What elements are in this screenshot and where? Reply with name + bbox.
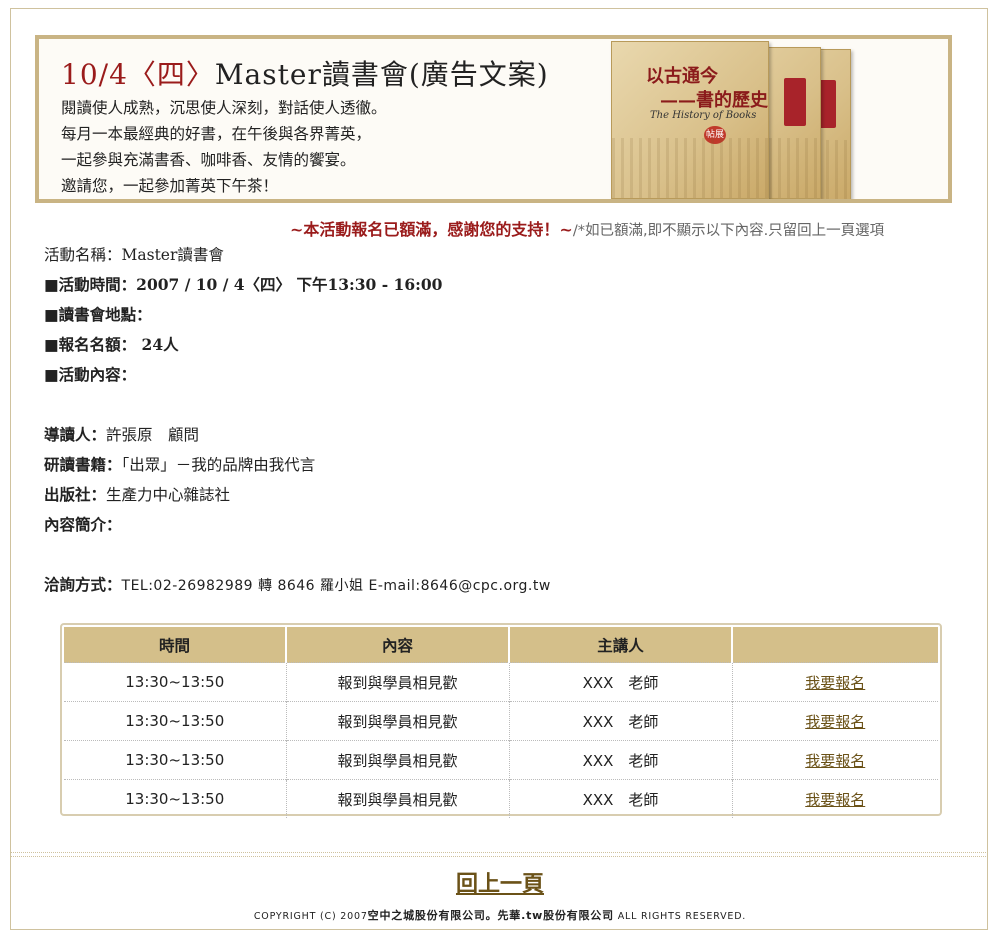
cell-time: 13:30~13:50 — [64, 701, 287, 741]
book-cover-subtitle: The History of Books — [650, 110, 757, 121]
cell-time: 13:30~13:50 — [64, 740, 287, 780]
time-row: ■活動時間：2007 / 10 / 4〈四〉 下午13:30 - 16:00 — [44, 270, 551, 300]
contact-label: 洽詢方式： — [44, 575, 122, 594]
activity-name-label: 活動名稱： — [44, 246, 122, 264]
book-cover-front: 以古通今 ——書的歷史 The History of Books 帖展 — [611, 41, 769, 199]
register-link[interactable]: 我要報名 — [805, 674, 865, 692]
cell-time: 13:30~13:50 — [64, 662, 287, 702]
banner-title-date: 10/4〈四〉 — [61, 58, 215, 91]
header-time: 時間 — [64, 627, 287, 663]
banner-line: 一起參與充滿書香、咖啡香、友情的饗宴。 — [61, 151, 356, 169]
time-label: ■活動時間： — [44, 275, 137, 294]
header-action — [732, 627, 938, 663]
back-link[interactable]: 回上一頁 — [456, 871, 544, 897]
banner-title: 10/4〈四〉Master讀書會(廣告文案) — [61, 53, 549, 93]
activity-name-row: 活動名稱：Master讀書會 — [44, 240, 551, 270]
header-speaker: 主講人 — [509, 627, 733, 663]
book-value: 「出眾」－我的品牌由我代言 — [121, 456, 316, 474]
table-row: 13:30~13:50 報到與學員相見歡 XXX 老師 我要報名 — [64, 662, 938, 702]
copyright-prefix: COPYRIGHT (C) 2007 — [253, 911, 368, 922]
banner-line: 邀請您，一起參加菁英下午茶！ — [61, 177, 279, 195]
book-label: 研讀書籍： — [44, 455, 122, 474]
guide-value: 許張原 顧問 — [106, 426, 200, 444]
guide-label: 導讀人： — [44, 425, 107, 444]
company-2: 先華.tw股份有限公司 — [497, 909, 614, 922]
registration-full-notice: ~本活動報名已額滿，感謝您的支持！~/*如已額滿,即不顯示以下內容.只留回上一頁… — [290, 216, 884, 240]
register-link[interactable]: 我要報名 — [805, 752, 865, 770]
quota-row: ■報名名額： 24人 — [44, 330, 551, 360]
cell-action: 我要報名 — [732, 662, 938, 702]
banner-line: 閱讀使人成熟，沉思使人深刻，對話使人透徹。 — [61, 99, 387, 117]
table-header-row: 時間 內容 主講人 — [64, 627, 938, 663]
cell-action: 我要報名 — [732, 740, 938, 780]
book-spine-mark — [784, 78, 806, 126]
activity-name-value: Master讀書會 — [121, 246, 224, 264]
cell-speaker: XXX 老師 — [509, 740, 733, 780]
book-texture — [612, 138, 768, 198]
quota-label: ■報名名額： — [44, 335, 137, 354]
back-link-wrap: 回上一頁 — [0, 866, 1000, 898]
book-cover-title-2: ——書的歷史 — [660, 90, 768, 111]
schedule-table: 時間 內容 主講人 13:30~13:50 報到與學員相見歡 XXX 老師 我要… — [60, 623, 942, 818]
cell-content: 報到與學員相見歡 — [286, 662, 510, 702]
time-value: 2007 / 10 / 4〈四〉 下午13:30 - 16:00 — [136, 275, 443, 294]
book-cover-title: 以古通今 — [646, 66, 718, 87]
summary-label: 內容簡介： — [44, 515, 122, 534]
book-cover-image: 以古通今 ——書的歷史 The History of Books 帖展 — [611, 41, 851, 199]
full-message: ~本活動報名已額滿，感謝您的支持！~ — [290, 220, 573, 239]
publisher-value: 生產力中心雜誌社 — [106, 486, 231, 504]
cell-speaker: XXX 老師 — [509, 662, 733, 702]
cell-action: 我要報名 — [732, 779, 938, 818]
content-label: ■活動內容： — [44, 365, 137, 384]
company-1: 空中之城股份有限公司 — [367, 909, 486, 922]
dev-note: /*如已額滿,即不顯示以下內容.只留回上一頁選項 — [572, 223, 885, 239]
cell-speaker: XXX 老師 — [509, 779, 733, 818]
publisher-label: 出版社： — [44, 485, 107, 504]
cell-content: 報到與學員相見歡 — [286, 779, 510, 818]
banner-copy: 閱讀使人成熟，沉思使人深刻，對話使人透徹。 每月一本最經典的好書，在午後與各界菁… — [61, 95, 387, 199]
quota-value: 24人 — [136, 335, 179, 354]
summary-row: 內容簡介： — [44, 510, 551, 540]
copyright: COPYRIGHT (C) 2007空中之城股份有限公司。先華.tw股份有限公司… — [0, 907, 1000, 923]
table-row: 13:30~13:50 報到與學員相見歡 XXX 老師 我要報名 — [64, 740, 938, 780]
promo-banner: 10/4〈四〉Master讀書會(廣告文案) 閱讀使人成熟，沉思使人深刻，對話使… — [35, 35, 952, 203]
cell-content: 報到與學員相見歡 — [286, 701, 510, 741]
banner-line: 每月一本最經典的好書，在午後與各界菁英， — [61, 125, 372, 143]
company-dot: 。 — [485, 909, 498, 922]
table-row: 13:30~13:50 報到與學員相見歡 XXX 老師 我要報名 — [64, 701, 938, 741]
banner-title-text: Master讀書會(廣告文案) — [214, 58, 549, 91]
cell-action: 我要報名 — [732, 701, 938, 741]
event-info: 活動名稱：Master讀書會 ■活動時間：2007 / 10 / 4〈四〉 下午… — [44, 240, 551, 600]
table-row: 13:30~13:50 報到與學員相見歡 XXX 老師 我要報名 — [64, 779, 938, 818]
publisher-row: 出版社：生產力中心雜誌社 — [44, 480, 551, 510]
guide-row: 導讀人：許張原 顧問 — [44, 420, 551, 450]
copyright-suffix: ALL RIGHTS RESERVED. — [613, 911, 747, 922]
header-content: 內容 — [286, 627, 510, 663]
location-label: ■讀書會地點： — [44, 305, 152, 324]
cell-speaker: XXX 老師 — [509, 701, 733, 741]
location-row: ■讀書會地點： — [44, 300, 551, 330]
cell-content: 報到與學員相見歡 — [286, 740, 510, 780]
register-link[interactable]: 我要報名 — [805, 791, 865, 809]
contact-row: 洽詢方式：TEL:02-26982989 轉 8646 羅小姐 E-mail:8… — [44, 570, 551, 600]
register-link[interactable]: 我要報名 — [805, 713, 865, 731]
footer-divider — [10, 852, 988, 857]
book-row: 研讀書籍：「出眾」－我的品牌由我代言 — [44, 450, 551, 480]
contact-value: TEL:02-26982989 轉 8646 羅小姐 E-mail:8646@c… — [121, 578, 551, 594]
cell-time: 13:30~13:50 — [64, 779, 287, 818]
content-row: ■活動內容： — [44, 360, 551, 390]
